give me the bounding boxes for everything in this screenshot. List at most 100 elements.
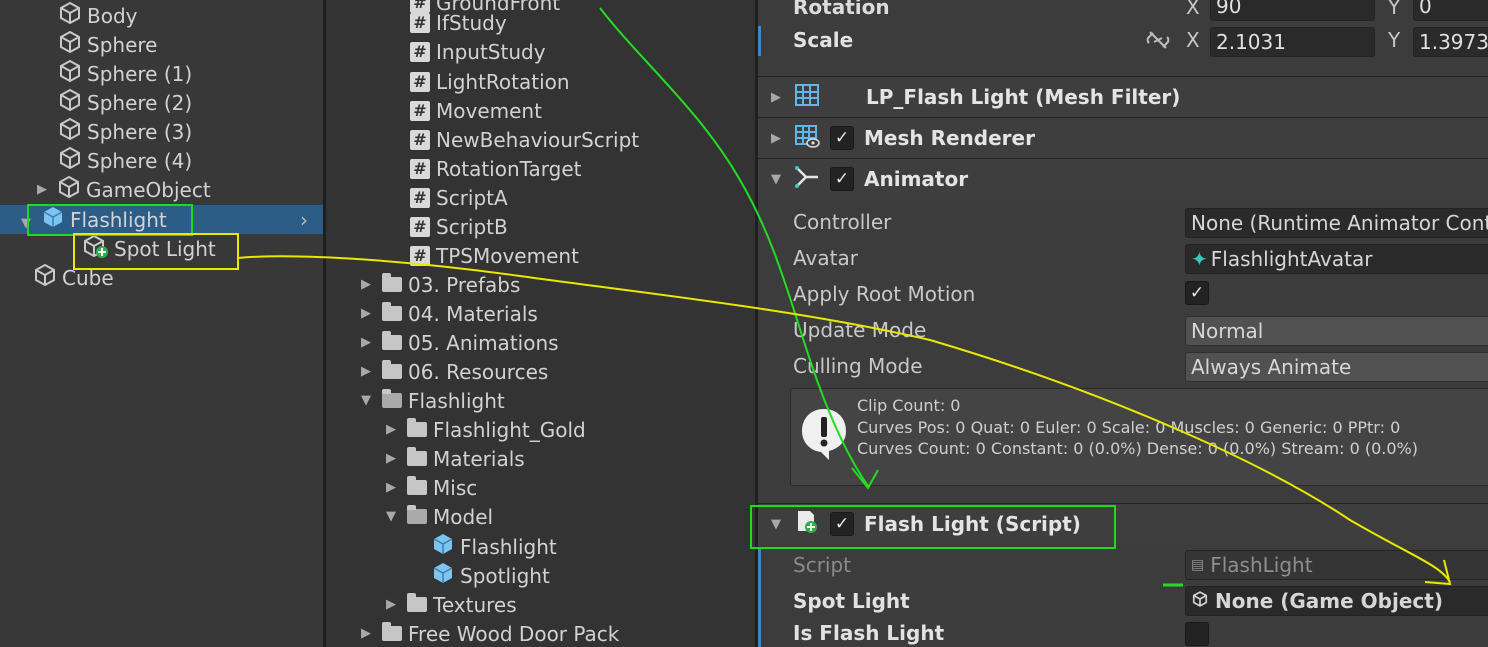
expand-arrow-icon[interactable]: ▶ [768, 90, 784, 105]
hierarchy-item-sphere-2[interactable]: Sphere (2) [57, 88, 192, 117]
is-flash-light-label: Is Flash Light [793, 621, 945, 645]
expand-arrow-icon[interactable]: ▶ [383, 422, 399, 437]
controller-field[interactable]: None (Runtime Animator Controller) [1185, 208, 1488, 238]
expand-arrow-icon[interactable]: ▶ [383, 597, 399, 612]
culling-mode-label: Culling Mode [793, 354, 923, 378]
cs-script-icon: # [410, 245, 430, 266]
annotation-box-yellow [73, 233, 239, 270]
constrain-proportions-icon[interactable] [1146, 29, 1170, 55]
project-script-item[interactable]: # Movement [410, 96, 542, 125]
scale-x-field[interactable]: 2.1031 [1210, 27, 1375, 57]
gameobject-cube-icon [56, 174, 82, 205]
project-script-item[interactable]: # IfStudy [410, 8, 507, 37]
expand-arrow-icon[interactable]: ▶ [383, 451, 399, 466]
gameobject-cube-icon [57, 58, 83, 89]
rotation-y-field[interactable]: 0 [1413, 0, 1488, 21]
cs-script-icon: # [410, 41, 430, 62]
scale-x-label[interactable]: X [1186, 28, 1200, 52]
info-line: Clip Count: 0 [857, 396, 961, 415]
project-folder-item[interactable]: ▶ 04. Materials [358, 299, 538, 328]
project-folder-item[interactable]: ▶ 05. Animations [358, 328, 559, 357]
expand-arrow-icon[interactable]: ▶ [358, 626, 374, 641]
expand-arrow-icon[interactable]: ▶ [358, 335, 374, 350]
avatar-field[interactable]: ✦ FlashlightAvatar [1185, 244, 1488, 274]
animator-enabled-checkbox[interactable]: ✓ [830, 167, 854, 191]
folder-icon [382, 302, 402, 321]
project-script-item[interactable]: # TPSMovement [410, 241, 579, 270]
script-label: Script [793, 553, 852, 577]
project-folder-item[interactable]: ▶ 03. Prefabs [358, 270, 520, 299]
hierarchy-item-sphere-3[interactable]: Sphere (3) [57, 117, 192, 146]
project-folder-flashlight[interactable]: ▼ Flashlight [358, 386, 505, 415]
collapse-arrow-icon[interactable]: ▼ [358, 393, 374, 408]
gameobject-cube-icon [57, 116, 83, 147]
hierarchy-item-sphere[interactable]: Sphere [57, 30, 157, 59]
collapse-arrow-icon[interactable]: ▼ [383, 509, 399, 524]
mesh-renderer-enabled-checkbox[interactable]: ✓ [830, 126, 854, 150]
mesh-filter-icon [794, 82, 820, 113]
expand-arrow-icon[interactable]: ▶ [358, 364, 374, 379]
expand-arrow-icon[interactable]: ▶ [358, 306, 374, 321]
rotation-x-label[interactable]: X [1186, 0, 1200, 19]
hierarchy-item-sphere-1[interactable]: Sphere (1) [57, 59, 192, 88]
project-folder-item[interactable]: ▶ Free Wood Door Pack [358, 619, 619, 647]
project-model-item[interactable]: Spotlight [430, 561, 550, 590]
project-folder-item[interactable]: ▶ Flashlight_Gold [383, 415, 586, 444]
prefab-cube-icon [430, 560, 456, 591]
folder-icon [407, 476, 427, 495]
hierarchy-item-body[interactable]: Body [57, 1, 138, 30]
cs-script-icon: # [410, 187, 430, 208]
scale-y-field[interactable]: 1.3973 [1413, 27, 1488, 57]
animator-info-box: Clip Count: 0 Curves Pos: 0 Quat: 0 Eule… [790, 388, 1488, 486]
inspector-panel: Rotation X 90 Y 0 Scale X 2.1031 Y 1.397… [758, 0, 1488, 647]
update-mode-dropdown[interactable]: Normal [1185, 316, 1488, 346]
info-line: Curves Count: 0 Constant: 0 (0.0%) Dense… [857, 439, 1418, 458]
folder-icon [407, 418, 427, 437]
apply-root-motion-checkbox[interactable]: ✓ [1185, 281, 1209, 305]
project-script-item[interactable]: # NewBehaviourScript [410, 125, 639, 154]
mesh-filter-header[interactable]: ▶ LP_Flash Light (Mesh Filter) [758, 76, 1488, 117]
animator-header[interactable]: ▼ ✓ Animator [758, 158, 1488, 199]
expand-arrow-icon[interactable]: ▶ [768, 131, 784, 146]
project-folder-model[interactable]: ▼ Model [383, 502, 493, 531]
collapse-arrow-icon[interactable]: ▼ [768, 172, 784, 187]
rotation-x-field[interactable]: 90 [1210, 0, 1375, 21]
expand-arrow-icon[interactable]: ▶ [34, 182, 50, 197]
override-indicator [758, 26, 761, 56]
scale-y-label[interactable]: Y [1388, 28, 1400, 52]
rotation-label: Rotation [793, 0, 890, 19]
project-script-item[interactable]: # ScriptB [410, 212, 508, 241]
gameobject-cube-icon [57, 87, 83, 118]
spot-light-field[interactable]: None (Game Object) [1185, 586, 1488, 616]
prefab-cube-icon [430, 531, 456, 562]
expand-arrow-icon[interactable]: ▶ [358, 277, 374, 292]
project-model-item[interactable]: Flashlight [430, 532, 557, 561]
controller-label: Controller [793, 210, 892, 234]
folder-icon [382, 273, 402, 292]
project-script-item[interactable]: # LightRotation [410, 67, 570, 96]
rotation-y-label[interactable]: Y [1388, 0, 1400, 19]
cs-script-icon: # [410, 216, 430, 237]
mesh-renderer-icon [794, 123, 820, 154]
project-folder-item[interactable]: ▶ Misc [383, 473, 477, 502]
project-script-item[interactable]: # InputStudy [410, 37, 546, 66]
cs-script-icon: # [410, 12, 430, 33]
override-indicator [758, 548, 761, 647]
culling-mode-dropdown[interactable]: Always Animate [1185, 352, 1488, 382]
project-folder-item[interactable]: ▶ Materials [383, 444, 525, 473]
project-script-item[interactable]: # ScriptA [410, 183, 508, 212]
open-folder-icon [382, 389, 402, 408]
project-folder-item[interactable]: ▶ 06. Resources [358, 357, 548, 386]
hierarchy-item-sphere-4[interactable]: Sphere (4) [57, 146, 192, 175]
project-script-item[interactable]: # RotationTarget [410, 154, 582, 183]
hierarchy-item-gameobject[interactable]: ▶ GameObject [34, 175, 211, 204]
chevron-right-icon[interactable]: › [300, 208, 308, 232]
project-folder-item[interactable]: ▶ Textures [383, 590, 517, 619]
expand-arrow-icon[interactable]: ▶ [383, 480, 399, 495]
spot-light-label: Spot Light [793, 589, 910, 613]
annotation-box-green [27, 204, 193, 236]
avatar-icon: ✦ [1191, 247, 1208, 271]
annotation-box-green [750, 505, 1116, 549]
mesh-renderer-header[interactable]: ▶ ✓ Mesh Renderer [758, 117, 1488, 158]
is-flash-light-checkbox[interactable] [1185, 622, 1209, 646]
